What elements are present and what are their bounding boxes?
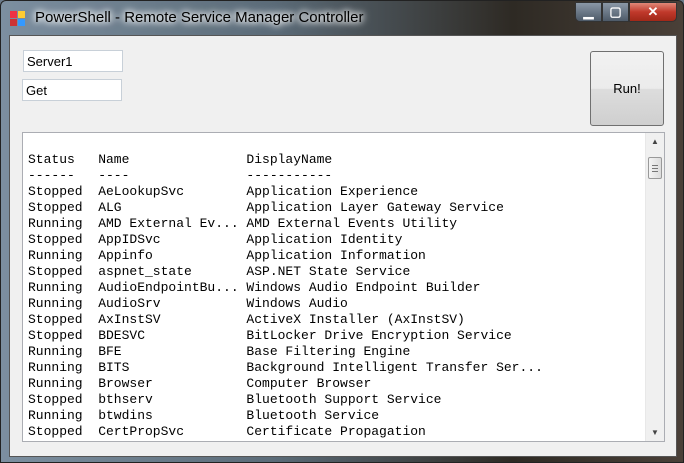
output-text: Status Name DisplayName ------ ---- ---------… [28,152,543,440]
service-row: Running AMD External Ev... AMD External Ev… [28,216,543,232]
output-textbox[interactable]: Status Name DisplayName ------ ---- ---------… [22,132,665,442]
cell-2: Base Filtering Engine [246,344,411,359]
close-button[interactable]: ✕ [629,2,677,22]
cell-0: Running [28,360,83,375]
maximize-button[interactable]: ▢ [602,2,629,22]
cell-0: Running [28,376,83,391]
service-row: Running Browser Computer Browser [28,376,543,392]
cell-1: ---- [98,168,130,183]
cell-2: ----------- [246,168,333,183]
cell-0: Running [28,344,83,359]
cell-2: AMD External Events Utility [246,216,458,231]
service-row: Running AudioEndpointBu... Windows Audio E… [28,280,543,296]
cell-1: BFE [98,344,122,359]
cell-1: AudioEndpointBu... [98,280,239,295]
scroll-thumb[interactable] [648,157,662,179]
minimize-icon: ▁ [583,4,594,19]
cell-1: Name [98,152,130,167]
service-row: Running AudioSrv Windows Audio [28,296,543,312]
cell-2: ActiveX Installer (AxInstSV) [246,312,465,327]
minimize-button[interactable]: ▁ [575,2,602,22]
cell-0: Running [28,296,83,311]
app-window: PowerShell - Remote Service Manager Cont… [0,0,684,463]
cell-0: Status [28,152,75,167]
cell-1: Browser [98,376,153,391]
action-input[interactable]: Get [22,79,122,101]
cell-2: Application Information [246,248,426,263]
cell-0: Running [28,248,83,263]
cell-2: BitLocker Drive Encryption Service [246,328,512,343]
cell-1: bthserv [98,392,153,407]
scroll-up-icon[interactable]: ▲ [646,133,664,150]
service-row: Stopped BDESVC BitLocker Drive Encryption … [28,328,543,344]
cell-1: BDESVC [98,328,146,343]
cell-0: Running [28,408,83,423]
cell-1: ALG [98,200,122,215]
service-row: Stopped bthserv Bluetooth Support Service [28,392,543,408]
cell-1: Appinfo [98,248,153,263]
separator-row: ------ ---- ----------- [28,168,543,184]
service-row: Running BFE Base Filtering Engine [28,344,543,360]
cell-0: Running [28,280,83,295]
service-row: Running btwdins Bluetooth Service [28,408,543,424]
cell-1: btwdins [98,408,153,423]
scroll-down-icon[interactable]: ▼ [646,424,664,441]
cell-1: CertPropSvc [98,424,185,439]
cell-2: DisplayName [246,152,333,167]
cell-2: Bluetooth Service [246,408,380,423]
cell-0: Stopped [28,392,83,407]
cell-2: Application Experience [246,184,419,199]
cell-1: AMD External Ev... [98,216,239,231]
cell-2: Windows Audio Endpoint Builder [246,280,481,295]
cell-1: AudioSrv [98,296,161,311]
app-icon [10,11,26,27]
client-area: Server1 Get Run! Status Name DisplayName --… [9,35,677,457]
cell-2: Application Identity [246,232,403,247]
cell-1: AppIDSvc [98,232,161,247]
window-title: PowerShell - Remote Service Manager Cont… [35,9,364,26]
cell-0: Running [28,216,83,231]
service-row: Running Appinfo Application Information [28,248,543,264]
cell-1: BITS [98,360,130,375]
cell-0: Stopped [28,312,83,327]
cell-0: Stopped [28,184,83,199]
cell-0: Stopped [28,264,83,279]
cell-2: Computer Browser [246,376,372,391]
cell-0: Stopped [28,200,83,215]
service-row: Running BITS Background Intelligent Transf… [28,360,543,376]
service-row: Stopped CertPropSvc Certificate Propagatio… [28,424,543,440]
cell-2: Certificate Propagation [246,424,426,439]
maximize-icon: ▢ [609,4,622,19]
cell-2: Background Intelligent Transfer Ser... [246,360,543,375]
cell-2: Bluetooth Support Service [246,392,442,407]
header-row: Status Name DisplayName [28,152,543,168]
cell-1: aspnet_state [98,264,192,279]
service-row: Stopped aspnet_state ASP.NET State Service [28,264,543,280]
service-row: Stopped ALG Application Layer Gateway Serv… [28,200,543,216]
title-bar[interactable]: PowerShell - Remote Service Manager Cont… [1,1,683,35]
run-button[interactable]: Run! [590,51,664,126]
vertical-scrollbar[interactable]: ▲ ▼ [645,133,664,441]
cell-1: AeLookupSvc [98,184,185,199]
cell-2: Windows Audio [246,296,348,311]
cell-1: AxInstSV [98,312,161,327]
service-row: Stopped AxInstSV ActiveX Installer (AxInst… [28,312,543,328]
cell-2: ASP.NET State Service [246,264,411,279]
service-row: Stopped AeLookupSvc Application Experience [28,184,543,200]
close-icon: ✕ [647,4,659,19]
cell-0: Stopped [28,232,83,247]
service-row: Stopped AppIDSvc Application Identity [28,232,543,248]
cell-0: ------ [28,168,75,183]
cell-2: Application Layer Gateway Service [246,200,504,215]
cell-0: Stopped [28,424,83,439]
server-input[interactable]: Server1 [23,50,123,72]
cell-0: Stopped [28,328,83,343]
